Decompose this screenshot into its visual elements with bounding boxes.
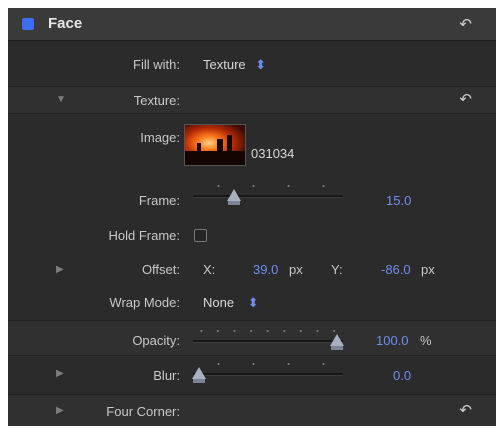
opacity-slider-track (193, 340, 343, 343)
opacity-label: Opacity: (132, 333, 180, 348)
opacity-slider-ticks (193, 329, 343, 333)
texture-reset-icon[interactable]: ↶ (459, 92, 472, 107)
blur-slider-track (193, 373, 343, 376)
disclosure-collapsed-icon[interactable]: ▶ (56, 405, 64, 416)
fill-with-row: Fill with: Texture ⬍ (8, 57, 496, 77)
face-inspector-panel: Face ↶ Fill with: Texture ⬍ ▼ Texture: ↶… (8, 8, 496, 426)
blur-label: Blur: (153, 368, 180, 383)
wrap-mode-row: Wrap Mode: None ⬍ (8, 295, 496, 315)
wrap-mode-value: None (203, 295, 235, 310)
opacity-slider-knob[interactable] (330, 334, 344, 350)
disclosure-collapsed-icon[interactable]: ▶ (56, 264, 64, 275)
hold-frame-checkbox[interactable] (194, 229, 207, 242)
disclosure-expanded-icon[interactable]: ▼ (56, 94, 66, 105)
hold-frame-row: Hold Frame: (8, 228, 496, 248)
reset-arrow-icon[interactable]: ↶ (459, 17, 472, 32)
face-header: Face ↶ (8, 8, 496, 41)
offset-row: ▶ Offset: X: 39.0 px Y: -86.0 px (8, 262, 496, 282)
four-corner-label: Four Corner: (106, 404, 180, 419)
offset-x-label: X: (203, 262, 216, 277)
blur-slider[interactable] (192, 362, 351, 383)
opacity-slider[interactable] (193, 329, 344, 350)
fill-with-label: Fill with: (133, 57, 180, 72)
fill-with-value: Texture (203, 57, 246, 72)
image-filename: 031034 (251, 146, 295, 161)
frame-slider-track (193, 195, 343, 198)
opacity-unit: % (420, 333, 432, 348)
blur-value[interactable]: 0.0 (393, 368, 411, 383)
fill-with-popup[interactable]: Texture ⬍ (203, 57, 266, 73)
frame-slider[interactable] (193, 184, 351, 205)
image-row: Image: 031034 (8, 124, 496, 166)
disclosure-collapsed-icon[interactable]: ▶ (56, 368, 64, 379)
stepper-arrows-icon: ⬍ (255, 57, 267, 72)
frame-label: Frame: (138, 193, 180, 208)
wrap-mode-label: Wrap Mode: (109, 295, 180, 310)
image-thumbnail[interactable] (184, 124, 246, 166)
frame-slider-ticks (201, 184, 351, 188)
offset-label: Offset: (141, 262, 180, 277)
frame-value[interactable]: 15.0 (386, 193, 411, 208)
opacity-value[interactable]: 100.0 (376, 333, 409, 348)
four-corner-reset-icon[interactable]: ↶ (459, 403, 472, 418)
hold-frame-label: Hold Frame: (108, 228, 180, 243)
offset-y-unit: px (421, 262, 435, 277)
blur-slider-knob[interactable] (192, 367, 206, 383)
face-title: Face (48, 15, 83, 32)
face-enable-checkbox[interactable] (22, 18, 34, 30)
image-label: Image: (140, 130, 180, 145)
frame-row: Frame: 15.0 (8, 182, 496, 208)
texture-row: ▼ Texture: ↶ (8, 86, 496, 114)
opacity-row: Opacity: 100.0 % (8, 320, 496, 356)
stepper-arrows-icon: ⬍ (247, 295, 259, 310)
blur-slider-ticks (201, 362, 351, 366)
offset-y-value[interactable]: -86.0 (381, 262, 411, 277)
texture-label: Texture: (133, 93, 180, 108)
wrap-mode-popup[interactable]: None ⬍ (203, 295, 259, 311)
offset-y-label: Y: (331, 262, 343, 277)
offset-x-value[interactable]: 39.0 (253, 262, 278, 277)
blur-row: ▶ Blur: 0.0 (8, 360, 496, 390)
frame-slider-knob[interactable] (226, 189, 241, 205)
four-corner-row: ▶ Four Corner: ↶ (8, 394, 496, 426)
offset-x-unit: px (289, 262, 303, 277)
